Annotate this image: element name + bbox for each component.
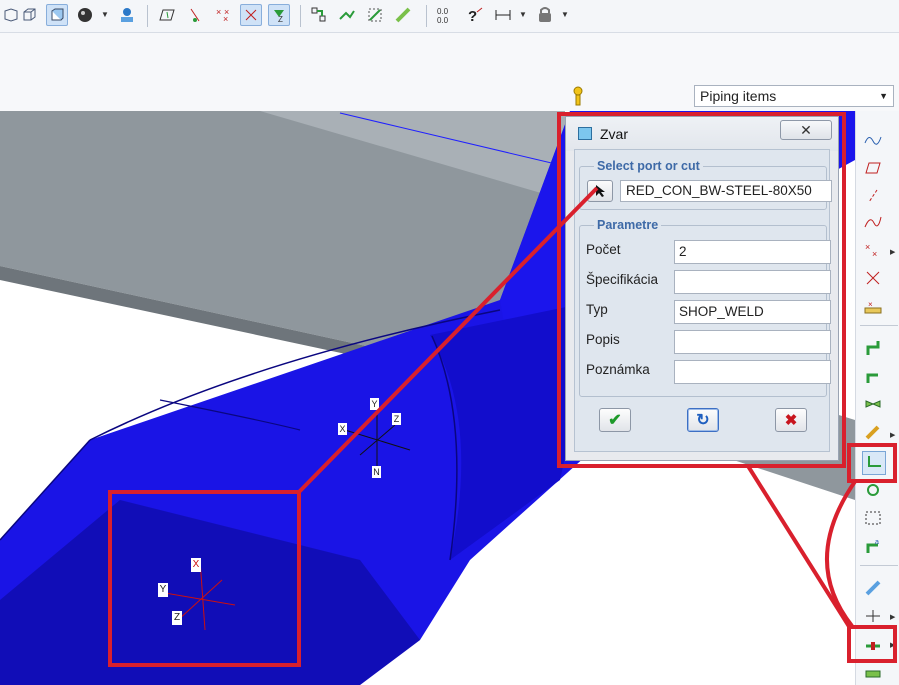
plane-icon[interactable] bbox=[156, 4, 178, 26]
annotation-box-weld-point-tool bbox=[847, 625, 897, 663]
split-icon[interactable] bbox=[862, 605, 884, 627]
svg-text:a: a bbox=[875, 539, 879, 546]
pencil-icon[interactable] bbox=[862, 421, 884, 443]
line-icon[interactable] bbox=[862, 185, 884, 207]
main-toolbar: ▼ × × × Z 0.0 0.0 ? ▼ ▼ bbox=[0, 0, 899, 33]
coordinates-icon[interactable]: 0.0 0.0 bbox=[434, 4, 456, 26]
solid-cube-icon[interactable] bbox=[46, 4, 68, 26]
toolbar-separator bbox=[300, 5, 301, 27]
shaded-sphere-icon[interactable] bbox=[74, 4, 96, 26]
lock-icon[interactable] bbox=[534, 4, 556, 26]
measure-icon[interactable] bbox=[392, 4, 414, 26]
flex-pipe-icon[interactable] bbox=[862, 577, 884, 599]
svg-text:×: × bbox=[216, 7, 221, 17]
support-icon[interactable] bbox=[862, 663, 884, 685]
svg-text:?: ? bbox=[468, 8, 477, 24]
cut-icon[interactable] bbox=[862, 507, 884, 529]
toolbar-separator bbox=[147, 5, 148, 27]
wireframe-cube-icon[interactable] bbox=[18, 4, 40, 26]
toolbar-separator bbox=[426, 5, 427, 27]
selection-pin-icon[interactable] bbox=[572, 86, 584, 106]
svg-text:Z: Z bbox=[278, 15, 283, 22]
points-tool-expand-icon[interactable]: ▶ bbox=[890, 248, 895, 256]
toolbar-separator bbox=[860, 325, 898, 326]
axis-label-y-upper: Y bbox=[370, 398, 379, 410]
render-settings-icon[interactable] bbox=[116, 4, 138, 26]
measure-tool-icon[interactable]: × bbox=[862, 295, 884, 317]
points-tool-icon[interactable]: × × bbox=[862, 239, 884, 261]
curve-icon[interactable] bbox=[862, 211, 884, 233]
axis-label-n-upper: N bbox=[372, 466, 381, 478]
lock-dropdown-arrow-icon[interactable]: ▼ bbox=[561, 10, 569, 19]
svg-text:×: × bbox=[224, 7, 229, 17]
annotation-box-dialog bbox=[557, 112, 846, 468]
dimension-dropdown-arrow-icon[interactable]: ▼ bbox=[519, 10, 527, 19]
points-icon[interactable]: × × × bbox=[212, 4, 234, 26]
axis-label-x-upper: X bbox=[338, 423, 347, 435]
selection-filter-value: Piping items bbox=[700, 88, 777, 104]
pipe-route-icon[interactable] bbox=[862, 337, 884, 359]
svg-text:0.0: 0.0 bbox=[437, 16, 449, 24]
sphere-dropdown-arrow-icon[interactable]: ▼ bbox=[101, 10, 109, 19]
axes-icon[interactable] bbox=[240, 4, 262, 26]
pipe-branch-icon[interactable] bbox=[862, 365, 884, 387]
svg-text:×: × bbox=[872, 249, 877, 258]
dimension-icon[interactable] bbox=[492, 4, 514, 26]
pencil-expand-icon[interactable]: ▶ bbox=[890, 431, 895, 439]
axis-label-z-upper: Z bbox=[392, 413, 401, 425]
chevron-down-icon: ▼ bbox=[879, 91, 888, 101]
connect-ports-icon[interactable] bbox=[308, 4, 330, 26]
right-toolbar: × × ▶ × ▶ a ▶ ▶ bbox=[855, 111, 899, 685]
selection-filter-dropdown[interactable]: Piping items ▼ bbox=[694, 85, 894, 107]
edit-segment-icon[interactable] bbox=[364, 4, 386, 26]
svg-text:0.0: 0.0 bbox=[437, 7, 449, 16]
route-icon[interactable] bbox=[336, 4, 358, 26]
hide-objects-icon[interactable] bbox=[184, 4, 206, 26]
valve-icon[interactable] bbox=[862, 393, 884, 415]
axes-tool-icon[interactable] bbox=[862, 267, 884, 289]
query-icon[interactable]: ? bbox=[464, 4, 486, 26]
insert-icon[interactable]: a bbox=[862, 535, 884, 557]
svg-text:×: × bbox=[868, 300, 873, 309]
annotation-box-weld-tool bbox=[847, 443, 897, 483]
filter-icon[interactable]: Z bbox=[268, 4, 290, 26]
svg-text:×: × bbox=[865, 242, 870, 252]
annotation-box-weld-location bbox=[108, 490, 301, 667]
split-expand-icon[interactable]: ▶ bbox=[890, 613, 895, 621]
plane-tool-icon[interactable] bbox=[862, 157, 884, 179]
spline-icon[interactable] bbox=[862, 129, 884, 151]
toolbar-separator bbox=[860, 565, 898, 566]
